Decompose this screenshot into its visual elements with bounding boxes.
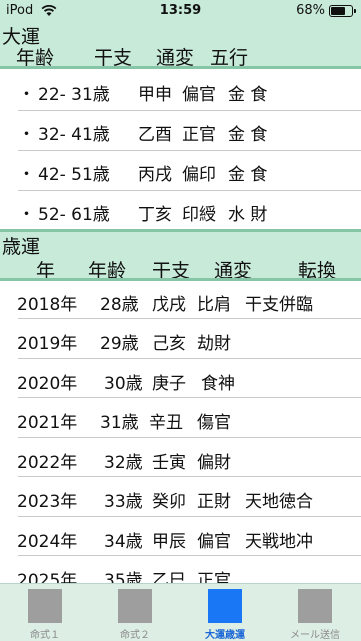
saiun-tsuhen: 食神	[201, 374, 235, 394]
saiun-row[interactable]: 2019年 29歳 己亥 劫財	[0, 320, 361, 360]
saiun-kanshi: 壬寅	[152, 453, 186, 473]
row-divider	[18, 110, 361, 111]
saiun-age: 30歳	[104, 374, 143, 394]
saiun-tsuhen: 正財	[197, 492, 231, 512]
saiun-year: 2021年	[17, 413, 78, 433]
row-divider	[18, 397, 361, 398]
tab-label: メール送信	[290, 630, 340, 641]
tab-label: 命式２	[120, 630, 150, 641]
saiun-year: 2024年	[17, 532, 78, 552]
tab-mail[interactable]: メール送信	[270, 584, 360, 641]
saiun-header: 歳運 年 年齢 干支 通変 転換	[0, 232, 361, 282]
saiun-tsuhen: 偏財	[197, 453, 231, 473]
row-divider	[18, 358, 361, 359]
tab-daiun-saiun[interactable]: 大運歳運	[180, 584, 270, 641]
saiun-year: 2018年	[17, 295, 78, 315]
saiun-row[interactable]: 2022年 32歳 壬寅 偏財	[0, 439, 361, 479]
daiun-age: 22- 31歳	[38, 85, 110, 105]
saiun-kanshi: 庚子	[152, 374, 186, 394]
saiun-year: 2023年	[17, 492, 78, 512]
saiun-year: 2019年	[17, 334, 78, 354]
battery-percent: 68%	[296, 3, 325, 18]
tab-meishiki-2[interactable]: 命式２	[90, 584, 180, 641]
saiun-kanshi: 戊戌	[152, 295, 186, 315]
daiun-row[interactable]: ・ 42- 51歳 丙戌 偏印 金 食	[0, 152, 361, 192]
saiun-tenkan: 天地徳合	[245, 492, 313, 512]
daiun-kanshi: 丙戌	[138, 165, 172, 185]
tab-meishiki-1[interactable]: 命式１	[0, 584, 90, 641]
saiun-tsuhen: 傷官	[197, 413, 231, 433]
tab-bar: 命式１ 命式２ 大運歳運 メール送信	[0, 583, 361, 641]
daiun-gogyo: 金 食	[228, 165, 268, 185]
saiun-title: 歳運	[2, 236, 41, 258]
daiun-age: 32- 41歳	[38, 125, 110, 145]
tab-mail-icon	[298, 589, 332, 623]
daiun-tsuhen: 偏印	[182, 165, 216, 185]
row-divider	[18, 190, 361, 191]
daiun-row[interactable]: ・ 32- 41歳 乙酉 正官 金 食	[0, 112, 361, 152]
daiun-row[interactable]: ・ 52- 61歳 丁亥 印綬 水 財	[0, 192, 361, 232]
row-divider	[18, 555, 361, 556]
daiun-gogyo: 水 財	[228, 205, 268, 225]
saiun-kanshi: 辛丑	[149, 413, 183, 433]
row-divider	[18, 437, 361, 438]
tab-meishiki-1-icon	[28, 589, 62, 623]
tab-daiun-saiun-icon	[208, 589, 242, 623]
saiun-kanshi: 癸卯	[152, 492, 186, 512]
saiun-year: 2020年	[17, 374, 78, 394]
bullet: ・	[18, 85, 35, 105]
saiun-kanshi: 甲辰	[152, 532, 186, 552]
row-divider	[18, 476, 361, 477]
bullet: ・	[18, 165, 35, 185]
saiun-age: 28歳	[100, 295, 139, 315]
daiun-gogyo: 金 食	[228, 125, 268, 145]
daiun-header: 大運 年齢 干支 通変 五行	[0, 22, 361, 69]
saiun-age: 31歳	[100, 413, 139, 433]
bullet: ・	[18, 125, 35, 145]
saiun-tenkan: 天戦地冲	[245, 532, 313, 552]
bullet: ・	[18, 205, 35, 225]
saiun-age: 33歳	[104, 492, 143, 512]
daiun-kanshi: 乙酉	[138, 125, 172, 145]
saiun-row[interactable]: 2023年 33歳 癸卯 正財 天地徳合	[0, 478, 361, 518]
row-divider	[18, 318, 361, 319]
row-divider	[18, 516, 361, 517]
daiun-age: 42- 51歳	[38, 165, 110, 185]
daiun-tsuhen: 印綬	[182, 205, 216, 225]
saiun-row[interactable]: 2024年 34歳 甲辰 偏官 天戦地冲	[0, 518, 361, 558]
row-divider	[18, 150, 361, 151]
daiun-kanshi: 甲申	[138, 85, 172, 105]
daiun-tsuhen: 正官	[182, 125, 216, 145]
daiun-tsuhen: 偏官	[182, 85, 216, 105]
saiun-age: 29歳	[100, 334, 139, 354]
saiun-year: 2022年	[17, 453, 78, 473]
saiun-row[interactable]: 2021年 31歳 辛丑 傷官	[0, 399, 361, 439]
saiun-row[interactable]: 2018年 28歳 戊戌 比肩 干支併臨	[0, 281, 361, 321]
tab-label: 命式１	[30, 630, 60, 641]
saiun-age: 32歳	[104, 453, 143, 473]
saiun-kanshi: 己亥	[152, 334, 186, 354]
daiun-header-rule	[0, 66, 361, 69]
saiun-tsuhen: 劫財	[197, 334, 231, 354]
daiun-gogyo: 金 食	[228, 85, 268, 105]
tab-label: 大運歳運	[205, 630, 245, 641]
saiun-age: 34歳	[104, 532, 143, 552]
battery-icon	[329, 5, 356, 17]
tab-meishiki-2-icon	[118, 589, 152, 623]
saiun-row[interactable]: 2020年 30歳 庚子 食神	[0, 360, 361, 400]
daiun-row[interactable]: ・ 22- 31歳 甲申 偏官 金 食	[0, 72, 361, 112]
status-bar: iPod 13:59 68%	[0, 0, 361, 22]
daiun-age: 52- 61歳	[38, 205, 110, 225]
daiun-kanshi: 丁亥	[138, 205, 172, 225]
saiun-tenkan: 干支併臨	[245, 295, 313, 315]
saiun-tsuhen: 比肩	[197, 295, 231, 315]
saiun-tsuhen: 偏官	[197, 532, 231, 552]
